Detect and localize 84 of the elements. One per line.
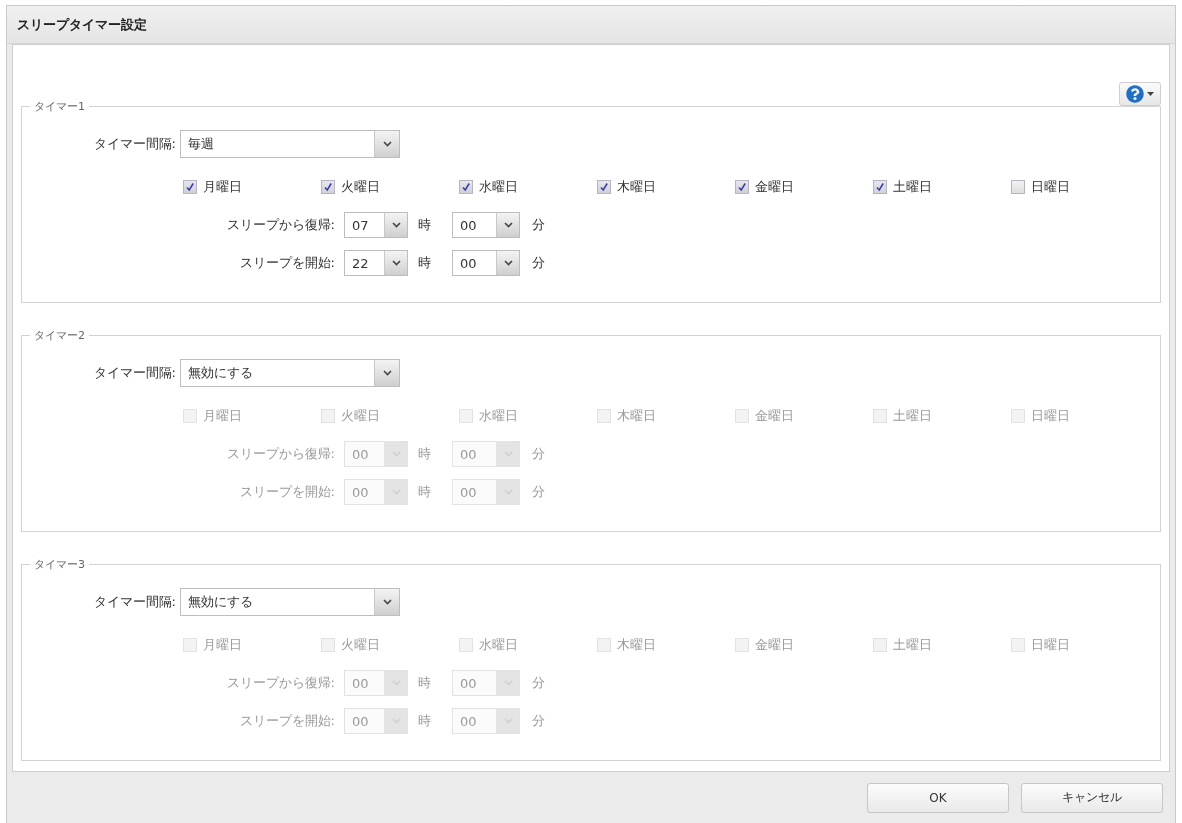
day-label: 土曜日 xyxy=(893,178,932,196)
chevron-down-icon xyxy=(496,442,519,466)
field-label: タイマー間隔: xyxy=(93,364,176,382)
dialog-button[interactable]: OK xyxy=(867,782,1009,813)
check-icon xyxy=(323,182,333,192)
unit-label: 分 xyxy=(532,445,545,463)
checkbox[interactable] xyxy=(597,180,611,194)
check-icon xyxy=(737,182,747,192)
field-label: タイマー間隔: xyxy=(93,135,176,153)
chevron-down-icon xyxy=(384,442,407,466)
group-title: タイマー2 xyxy=(33,328,86,343)
day-label: 金曜日 xyxy=(755,178,794,196)
checkbox[interactable] xyxy=(873,180,887,194)
field-label: スリープから復帰: xyxy=(226,445,335,463)
check-icon xyxy=(599,182,609,192)
day-label: 水曜日 xyxy=(479,407,518,425)
chevron-down-icon xyxy=(384,709,407,733)
field-label: タイマー間隔: xyxy=(93,593,176,611)
chevron-down-icon xyxy=(496,671,519,695)
minute-dropdown[interactable]: 00 xyxy=(452,212,520,238)
hour-dropdown[interactable]: 07 xyxy=(344,212,408,238)
day-label: 木曜日 xyxy=(617,636,656,654)
chevron-down-icon xyxy=(374,131,399,157)
unit-label: 時 xyxy=(418,445,431,463)
day-label: 火曜日 xyxy=(341,178,380,196)
check-icon xyxy=(875,182,885,192)
checkbox[interactable] xyxy=(1011,180,1025,194)
chevron-down-icon xyxy=(384,213,407,237)
chevron-down-icon xyxy=(496,709,519,733)
checkbox[interactable] xyxy=(735,180,749,194)
unit-label: 時 xyxy=(418,712,431,730)
help-icon xyxy=(1126,85,1144,103)
day-label: 木曜日 xyxy=(617,178,656,196)
day-label: 金曜日 xyxy=(755,636,794,654)
group-title: タイマー3 xyxy=(33,557,86,572)
check-icon xyxy=(461,182,471,192)
day-label: 土曜日 xyxy=(893,407,932,425)
check-icon xyxy=(185,182,195,192)
day-label: 水曜日 xyxy=(479,178,518,196)
unit-label: 時 xyxy=(418,483,431,501)
group-title: タイマー1 xyxy=(33,99,86,114)
chevron-down-icon xyxy=(496,213,519,237)
interval-dropdown[interactable]: 毎週 xyxy=(180,130,400,158)
chevron-down-icon xyxy=(496,251,519,275)
field-label: スリープから復帰: xyxy=(226,216,335,234)
unit-label: 分 xyxy=(532,712,545,730)
chevron-down-icon xyxy=(374,360,399,386)
field-label: スリープから復帰: xyxy=(226,674,335,692)
unit-label: 分 xyxy=(532,216,545,234)
chevron-down-icon xyxy=(384,480,407,504)
chevron-down-icon xyxy=(496,480,519,504)
window-title: スリープタイマー設定 xyxy=(17,15,147,34)
day-label: 水曜日 xyxy=(479,636,518,654)
day-label: 金曜日 xyxy=(755,407,794,425)
checkbox[interactable] xyxy=(321,180,335,194)
chevron-down-icon xyxy=(384,671,407,695)
unit-label: 分 xyxy=(532,254,545,272)
unit-label: 分 xyxy=(532,483,545,501)
chevron-down-icon xyxy=(384,251,407,275)
minute-dropdown[interactable]: 00 xyxy=(452,250,520,276)
unit-label: 分 xyxy=(532,674,545,692)
unit-label: 時 xyxy=(418,216,431,234)
checkbox[interactable] xyxy=(183,180,197,194)
unit-label: 時 xyxy=(418,254,431,272)
day-label: 木曜日 xyxy=(617,407,656,425)
day-label: 月曜日 xyxy=(203,636,242,654)
day-label: 月曜日 xyxy=(203,178,242,196)
day-label: 日曜日 xyxy=(1031,636,1070,654)
caret-down-icon xyxy=(1147,92,1154,96)
field-label: スリープを開始: xyxy=(239,712,335,730)
unit-label: 時 xyxy=(418,674,431,692)
help-button[interactable] xyxy=(1119,82,1161,106)
day-label: 火曜日 xyxy=(341,636,380,654)
day-label: 日曜日 xyxy=(1031,407,1070,425)
field-label: スリープを開始: xyxy=(239,254,335,272)
day-label: 月曜日 xyxy=(203,407,242,425)
day-label: 日曜日 xyxy=(1031,178,1070,196)
day-label: 土曜日 xyxy=(893,636,932,654)
day-label: 火曜日 xyxy=(341,407,380,425)
checkbox[interactable] xyxy=(459,180,473,194)
field-label: スリープを開始: xyxy=(239,483,335,501)
hour-dropdown[interactable]: 22 xyxy=(344,250,408,276)
chevron-down-icon xyxy=(374,589,399,615)
dialog-button[interactable]: キャンセル xyxy=(1021,782,1163,813)
